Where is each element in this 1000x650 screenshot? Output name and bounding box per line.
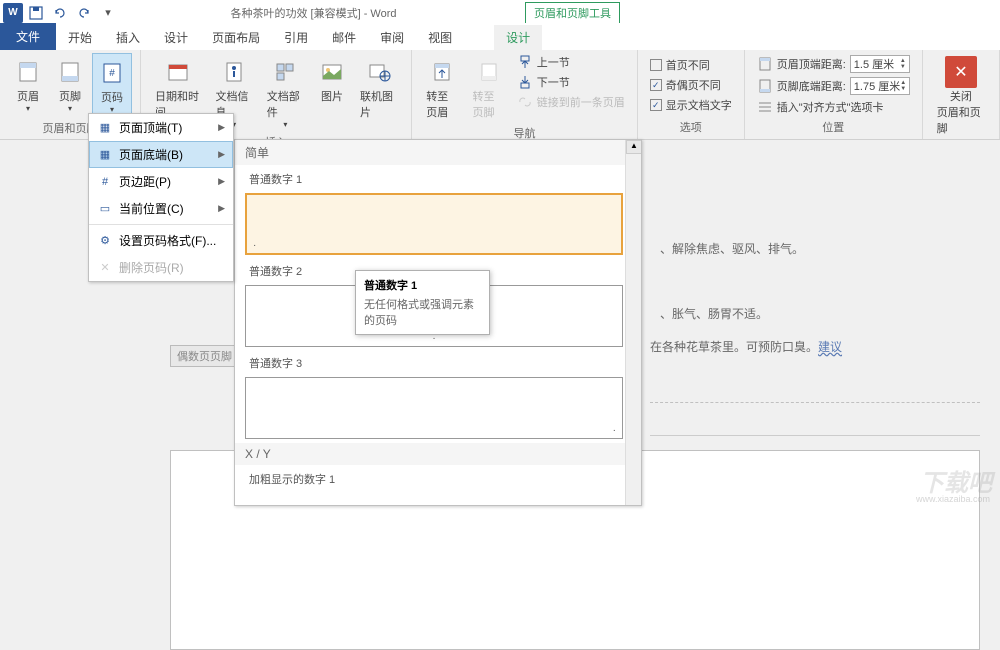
footer-distance-icon <box>757 78 773 94</box>
current-pos-icon: ▭ <box>97 201 113 217</box>
page-number-dropdown: ▦页面顶端(T)▶ ▦页面底端(B)▶ #页边距(P)▶ ▭当前位置(C)▶ ⚙… <box>88 113 234 282</box>
next-section-button[interactable]: 下一节 <box>513 73 629 91</box>
document-title: 各种茶叶的功效 [兼容模式] - Word <box>122 5 505 21</box>
gallery-item-4-label: 加粗显示的数字 1 <box>245 465 623 491</box>
insert-align-button[interactable]: 插入"对齐方式"选项卡 <box>753 98 914 116</box>
tab-view[interactable]: 视图 <box>416 25 464 50</box>
goto-header-label: 转至页眉 <box>426 88 458 120</box>
dd-current-pos[interactable]: ▭当前位置(C)▶ <box>89 195 233 222</box>
doc-text-1: 、解除焦虑、驱风、排气。 <box>660 240 804 257</box>
undo-button[interactable] <box>49 2 71 24</box>
even-footer-tag: 偶数页页脚 <box>170 345 239 367</box>
scroll-up-icon[interactable]: ▲ <box>626 140 642 154</box>
qat-more-button[interactable]: ▾ <box>97 2 119 24</box>
tab-hf-design[interactable]: 设计 <box>494 25 542 50</box>
titlebar: W ▾ 各种茶叶的功效 [兼容模式] - Word 页眉和页脚工具 <box>0 0 1000 25</box>
close-hf-button[interactable]: ✕ 关闭 页眉和页脚 <box>931 53 991 139</box>
group-position-label: 位置 <box>753 117 914 137</box>
tab-mail[interactable]: 邮件 <box>320 25 368 50</box>
group-close: ✕ 关闭 页眉和页脚 关闭 <box>923 50 1000 139</box>
gallery-section-simple: 简单 <box>235 140 641 165</box>
docparts-label: 文档部件 <box>267 88 304 120</box>
prev-section-button[interactable]: 上一节 <box>513 53 629 71</box>
header-distance-spinner[interactable]: 1.5 厘米▲▼ <box>850 55 910 73</box>
diff-first-checkbox[interactable]: 首页不同 <box>646 56 736 74</box>
svg-text:#: # <box>109 68 115 79</box>
close-icon: ✕ <box>945 56 977 88</box>
tab-review[interactable]: 审阅 <box>368 25 416 50</box>
ribbon-tabs: 文件 开始 插入 设计 页面布局 引用 邮件 审阅 视图 设计 <box>0 25 1000 50</box>
doc-text-3: 在各种花草茶里。可预防口臭。建议 <box>650 338 842 355</box>
footer-label: 页脚 <box>59 88 81 104</box>
footer-divider <box>650 402 980 403</box>
page-number-label: 页码 <box>101 89 123 105</box>
picture-button[interactable]: 图片 <box>312 53 352 132</box>
goto-header-button[interactable]: 转至页眉 <box>420 53 464 123</box>
watermark: 下载吧 <box>920 463 992 498</box>
diff-oddeven-checkbox[interactable]: ✓奇偶页不同 <box>646 76 736 94</box>
online-pic-button[interactable]: 联机图片 <box>354 53 403 132</box>
gallery-tooltip: 普通数字 1 无任何格式或强调元素的页码 <box>355 270 490 335</box>
gallery-item-1-label: 普通数字 1 <box>245 165 623 191</box>
tab-file[interactable]: 文件 <box>0 23 56 50</box>
tab-insert[interactable]: 插入 <box>104 25 152 50</box>
tab-home[interactable]: 开始 <box>56 25 104 50</box>
group-position: 页眉顶端距离: 1.5 厘米▲▼ 页脚底端距离: 1.75 厘米▲▼ 插入"对齐… <box>745 50 923 139</box>
doc-text-2: 、胀气、肠胃不适。 <box>660 305 768 322</box>
tab-design[interactable]: 设计 <box>152 25 200 50</box>
gallery-item-3-label: 普通数字 3 <box>245 349 623 375</box>
watermark-url: www.xiazaiba.com <box>916 494 990 504</box>
docparts-button[interactable]: 文档部件▾ <box>261 53 310 132</box>
header-distance-icon <box>757 56 773 72</box>
gallery-scrollbar[interactable]: ▲ <box>625 140 641 505</box>
header-button[interactable]: 页眉▾ <box>8 53 48 118</box>
word-icon: W <box>3 3 23 23</box>
dd-remove[interactable]: ✕删除页码(R) <box>89 254 233 281</box>
remove-icon: ✕ <box>97 260 113 276</box>
group-navigation: 转至页眉 转至页脚 上一节 下一节 链接到前一条页眉 导航 <box>412 50 637 139</box>
footer-distance-row: 页脚底端距离: 1.75 厘米▲▼ <box>753 76 914 96</box>
contextual-tab-label: 页眉和页脚工具 <box>525 2 620 23</box>
footer-distance-spinner[interactable]: 1.75 厘米▲▼ <box>850 77 910 95</box>
redo-button[interactable] <box>73 2 95 24</box>
dd-format[interactable]: ⚙设置页码格式(F)... <box>89 227 233 254</box>
dd-page-bottom[interactable]: ▦页面底端(B)▶ <box>89 141 233 168</box>
page-top-icon: ▦ <box>97 120 113 136</box>
quick-access-toolbar: W ▾ <box>0 2 122 24</box>
picture-label: 图片 <box>321 88 343 104</box>
format-icon: ⚙ <box>97 233 113 249</box>
group-options-label: 选项 <box>646 117 736 137</box>
link-previous-button[interactable]: 链接到前一条页眉 <box>513 93 629 111</box>
tooltip-title: 普通数字 1 <box>364 277 481 293</box>
gallery-section-xy: X / Y <box>235 443 641 465</box>
online-pic-label: 联机图片 <box>360 88 397 120</box>
page-number-button[interactable]: # 页码▾ <box>92 53 132 118</box>
page-bottom-icon: ▦ <box>97 147 113 163</box>
page-gap <box>650 435 980 436</box>
dd-page-margins[interactable]: #页边距(P)▶ <box>89 168 233 195</box>
save-button[interactable] <box>25 2 47 24</box>
dd-page-top[interactable]: ▦页面顶端(T)▶ <box>89 114 233 141</box>
goto-footer-label: 转至页脚 <box>473 88 505 120</box>
gallery-item-1[interactable]: · <box>245 193 623 255</box>
footer-button[interactable]: 页脚▾ <box>50 53 90 118</box>
tab-references[interactable]: 引用 <box>272 25 320 50</box>
tooltip-body: 无任何格式或强调元素的页码 <box>364 296 481 328</box>
show-text-checkbox[interactable]: ✓显示文档文字 <box>646 96 736 114</box>
goto-footer-button[interactable]: 转至页脚 <box>467 53 511 123</box>
gallery-item-3[interactable]: · <box>245 377 623 439</box>
header-distance-row: 页眉顶端距离: 1.5 厘米▲▼ <box>753 54 914 74</box>
header-label: 页眉 <box>17 88 39 104</box>
group-options: 首页不同 ✓奇偶页不同 ✓显示文档文字 选项 <box>638 50 745 139</box>
page-margins-icon: # <box>97 174 113 190</box>
tab-layout[interactable]: 页面布局 <box>200 25 272 50</box>
